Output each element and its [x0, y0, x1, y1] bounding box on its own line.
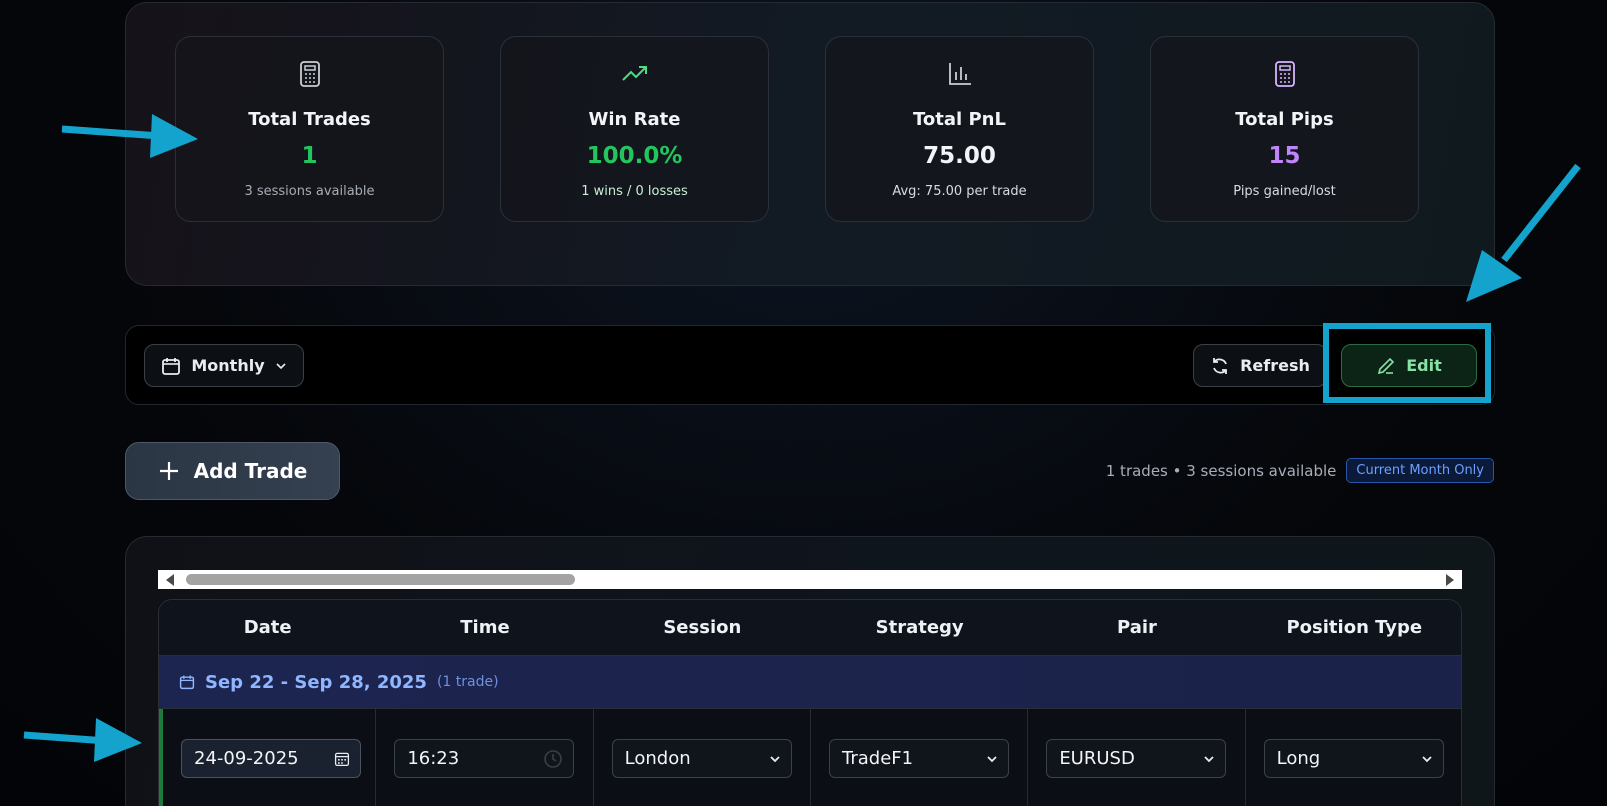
stat-card-total-pips: Total Pips 15 Pips gained/lost	[1150, 36, 1419, 222]
cell-time: 16:23	[376, 709, 594, 806]
stat-subtitle: Avg: 75.00 per trade	[892, 184, 1027, 199]
calendar-icon[interactable]	[334, 751, 350, 767]
scroll-right-icon[interactable]	[1446, 574, 1454, 586]
strategy-select[interactable]: TradeF1	[828, 739, 1009, 778]
stat-value: 15	[1268, 143, 1301, 169]
column-header-pair: Pair	[1117, 617, 1157, 638]
time-value: 16:23	[407, 748, 460, 769]
week-range: Sep 22 - Sep 28, 2025	[205, 671, 427, 693]
calculator-icon	[1151, 61, 1418, 87]
summary-text: 1 trades • 3 sessions available	[1105, 461, 1337, 480]
bar-chart-icon	[826, 61, 1093, 87]
trades-summary: 1 trades • 3 sessions available Current …	[1106, 458, 1494, 483]
stat-title: Total Trades	[248, 109, 371, 130]
trending-up-icon	[501, 61, 768, 87]
toolbar: Monthly Refresh Edit	[125, 325, 1495, 405]
stats-panel: Total Trades 1 3 sessions available Win …	[125, 2, 1495, 286]
cell-pair: EURUSD	[1028, 709, 1246, 806]
annotation-arrow-icon	[23, 718, 142, 762]
stat-title: Total Pips	[1235, 109, 1334, 130]
cell-date: 24-09-2025	[163, 709, 377, 806]
date-value: 24-09-2025	[194, 748, 299, 769]
period-dropdown-button[interactable]: Monthly	[144, 344, 304, 387]
chevron-down-icon	[1422, 755, 1432, 762]
stat-value: 100.0%	[586, 143, 683, 169]
column-header-position-type: Position Type	[1286, 617, 1423, 638]
column-header-date: Date	[243, 617, 292, 638]
calendar-icon	[162, 357, 181, 375]
add-trade-label: Add Trade	[193, 459, 308, 483]
calculator-icon	[176, 61, 443, 87]
stat-value: 75.00	[923, 143, 996, 169]
stat-card-total-pnl: Total PnL 75.00 Avg: 75.00 per trade	[825, 36, 1094, 222]
chevron-down-icon	[987, 755, 997, 762]
period-label: Monthly	[191, 356, 265, 375]
time-input[interactable]: 16:23	[394, 739, 575, 778]
session-select[interactable]: London	[611, 739, 792, 778]
scrollbar-thumb[interactable]	[186, 574, 575, 585]
stat-title: Win Rate	[588, 109, 681, 130]
strategy-value: TradeF1	[841, 748, 914, 769]
stat-subtitle: 3 sessions available	[244, 184, 375, 199]
cell-session: London	[594, 709, 811, 806]
trades-table: Date Time Session Strategy Pair Position…	[158, 599, 1462, 806]
column-header-time: Time	[460, 617, 510, 638]
stat-card-total-trades: Total Trades 1 3 sessions available	[175, 36, 444, 222]
week-trade-count: (1 trade)	[436, 674, 499, 690]
horizontal-scrollbar[interactable]	[158, 570, 1462, 589]
chevron-down-icon	[276, 362, 286, 369]
stat-value: 1	[301, 143, 318, 169]
trades-table-panel: Date Time Session Strategy Pair Position…	[125, 536, 1495, 806]
chevron-down-icon	[1204, 755, 1214, 762]
refresh-label: Refresh	[1240, 356, 1310, 375]
scroll-left-icon[interactable]	[166, 574, 174, 586]
week-group-row: Sep 22 - Sep 28, 2025 (1 trade)	[159, 656, 1461, 709]
current-month-badge: Current Month Only	[1346, 458, 1494, 483]
stat-subtitle: 1 wins / 0 losses	[581, 184, 688, 199]
refresh-button[interactable]: Refresh	[1193, 344, 1327, 387]
column-header-strategy: Strategy	[875, 617, 964, 638]
stat-subtitle: Pips gained/lost	[1233, 184, 1336, 199]
table-row: 24-09-2025 16:23 London TradeF1 EURUSD L…	[159, 709, 1461, 806]
clock-icon[interactable]	[543, 749, 563, 769]
cell-strategy: TradeF1	[811, 709, 1029, 806]
position-type-select[interactable]: Long	[1263, 739, 1444, 778]
date-input[interactable]: 24-09-2025	[181, 739, 361, 778]
session-value: London	[624, 748, 691, 769]
chevron-down-icon	[770, 755, 780, 762]
column-header-session: Session	[663, 617, 742, 638]
cell-position-type: Long	[1246, 709, 1461, 806]
calendar-icon	[179, 675, 195, 690]
pair-select[interactable]: EURUSD	[1046, 739, 1227, 778]
plus-icon	[159, 462, 178, 480]
stat-title: Total PnL	[913, 109, 1006, 130]
add-trade-button[interactable]: Add Trade	[125, 442, 340, 500]
annotation-arrow-icon	[61, 114, 198, 158]
refresh-icon	[1213, 357, 1227, 374]
stat-card-win-rate: Win Rate 100.0% 1 wins / 0 losses	[500, 36, 769, 222]
table-header: Date Time Session Strategy Pair Position…	[159, 600, 1461, 656]
annotation-highlight-box	[1323, 323, 1491, 403]
pair-value: EURUSD	[1059, 748, 1135, 769]
annotation-arrow-icon	[1466, 163, 1581, 302]
position-type-value: Long	[1276, 748, 1321, 769]
